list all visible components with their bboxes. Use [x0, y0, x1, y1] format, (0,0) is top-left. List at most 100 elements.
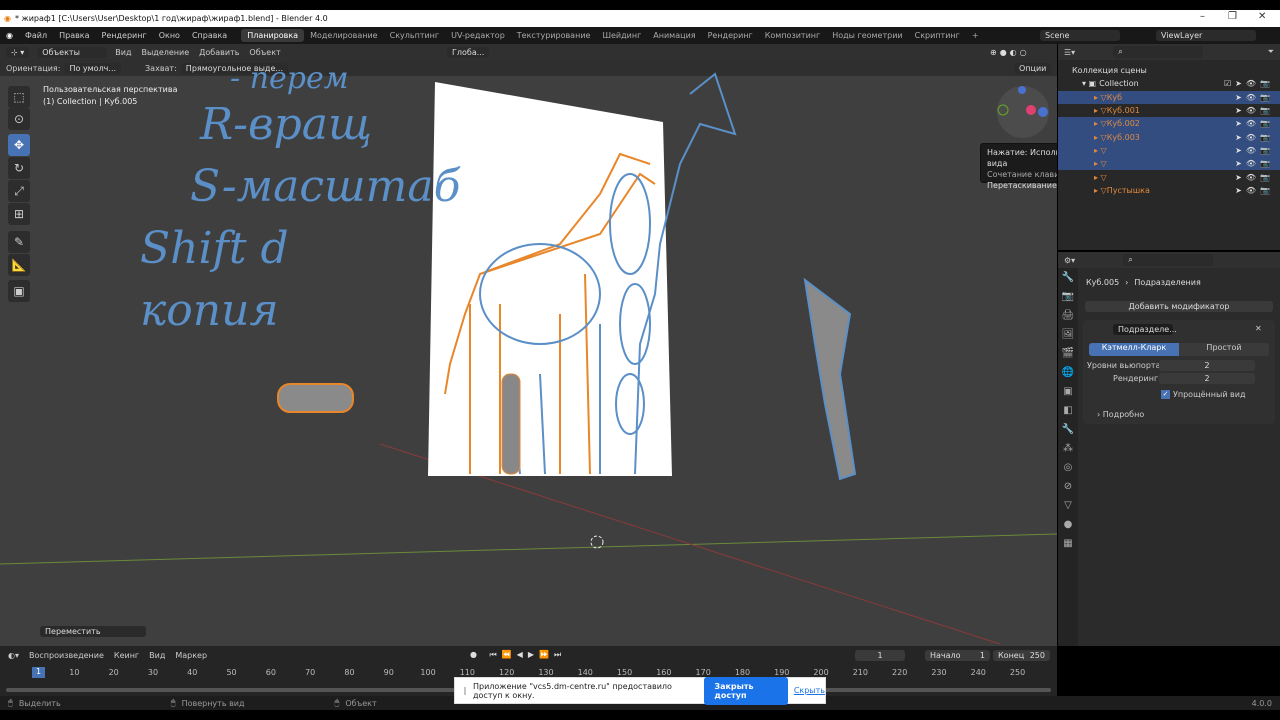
optimal-display-checkbox[interactable]: ✓: [1161, 390, 1170, 399]
visibility-icons[interactable]: ➤👁📷: [1235, 133, 1274, 142]
tab-workspace-8[interactable]: Композитинг: [759, 29, 826, 42]
render-levels-label: Рендеринг: [1113, 374, 1159, 383]
mesh-icon: ▸ ▽: [1094, 119, 1107, 129]
timeline-tick: 90: [383, 668, 394, 677]
modifier-name-field[interactable]: Подразделе...: [1113, 324, 1177, 335]
version-label: 4.0.0: [1251, 698, 1272, 708]
tab-simple[interactable]: Простой: [1179, 343, 1269, 356]
outliner-item-name: Пустышка: [1106, 185, 1150, 195]
visibility-icons[interactable]: ➤👁📷: [1235, 119, 1274, 128]
tab-workspace-3[interactable]: UV-редактор: [445, 29, 511, 42]
3d-cursor-icon: [590, 535, 604, 549]
mesh-icon: ▸ ▽: [1094, 106, 1107, 116]
properties-search[interactable]: ⌕: [1123, 254, 1214, 266]
visibility-icons[interactable]: ➤👁📷: [1235, 106, 1274, 115]
timeline-tick: 80: [344, 668, 355, 677]
scene-collection[interactable]: Коллекция сцены: [1058, 64, 1280, 77]
tab-workspace-0[interactable]: Планировка: [241, 29, 305, 42]
cube-object: [277, 383, 354, 413]
scene-selector[interactable]: Scene: [1040, 30, 1120, 41]
outliner-item[interactable]: ▸ ▽ Куб.002 ➤👁📷: [1058, 117, 1280, 131]
minimize-button[interactable]: –: [1200, 11, 1205, 22]
menu-1[interactable]: Правка: [53, 31, 95, 40]
outliner-item-name: Куб.001: [1106, 106, 1140, 116]
timeline-tick: 130: [538, 668, 554, 677]
menu-3[interactable]: Окно: [153, 31, 186, 40]
properties-tabs[interactable]: 🔧 📷 🖨 🖼 🎬 🌐 ▣ ◧ 🔧 ⁂ ◎ ⊘ ▽ ● ▦: [1058, 268, 1078, 646]
screen-share-notification: ‖ Приложение "vcs5.dm-centre.ru" предост…: [454, 676, 826, 705]
timeline-tick: 10: [69, 668, 80, 677]
blender-menu-icon[interactable]: ◉: [0, 31, 19, 40]
properties-editor: ⚙▾ ⌕ 🔧 📷 🖨 🖼 🎬 🌐 ▣ ◧ 🔧 ⁂ ◎ ⊘ ▽ ● ▦ Куб.005 › Подразделен…: [1058, 252, 1280, 646]
tab-workspace-2[interactable]: Скульптинг: [384, 29, 446, 42]
menu-0[interactable]: Файл: [19, 31, 53, 40]
visibility-icons[interactable]: ➤👁📷: [1235, 93, 1274, 102]
outliner-search[interactable]: ⌕: [1113, 46, 1204, 58]
tab-workspace-9[interactable]: Ноды геометрии: [826, 29, 908, 42]
tab-workspace-4[interactable]: Текстурирование: [511, 29, 597, 42]
tab-workspace-6[interactable]: Анимация: [647, 29, 701, 42]
tab-workspace-5[interactable]: Шейдинг: [596, 29, 647, 42]
filter-icon[interactable]: ⏷: [1268, 47, 1274, 57]
outliner-item[interactable]: ▸ ▽ Куб.001 ➤👁📷: [1058, 104, 1280, 117]
remove-modifier-icon[interactable]: ✕: [1255, 324, 1262, 333]
timeline-tick: 250: [1009, 668, 1026, 677]
y-axis-line: [0, 533, 1057, 565]
tab-workspace-1[interactable]: Моделирование: [304, 29, 384, 42]
add-modifier-button[interactable]: Добавить модификатор: [1085, 301, 1273, 312]
tab-catmull-clark[interactable]: Кэтмелл-Кларк: [1089, 343, 1179, 356]
mesh-icon: ▸ ▽: [1094, 159, 1107, 169]
maximize-button[interactable]: ❐: [1228, 11, 1237, 22]
timeline-tick: 40: [187, 668, 198, 677]
outliner-item[interactable]: ▸ ▽ Куб ➤👁📷: [1058, 90, 1280, 104]
mesh-icon: ▸ ▽: [1094, 145, 1107, 155]
visibility-icons[interactable]: ➤👁📷: [1235, 159, 1274, 168]
window-title: * жираф1 [C:\Users\User\Desktop\1 год\жи…: [14, 14, 328, 23]
object-crumb: Куб.005: [1086, 278, 1120, 287]
last-operator-panel[interactable]: Переместить: [40, 626, 146, 637]
timeline-tick: 70: [305, 668, 316, 677]
mouse-left-icon: 🖱: [8, 698, 13, 707]
timeline-tick: 60: [265, 668, 276, 677]
tooltip: Нажатие: Использовать предустановку вида…: [980, 143, 1057, 190]
timeline-tick: 240: [970, 668, 986, 677]
subdivision-type-tabs: Кэтмелл-Кларк Простой: [1089, 343, 1269, 356]
sculpt-object: [803, 277, 857, 481]
collection-row[interactable]: ▾ ▣ Collection ☑➤👁📷: [1058, 77, 1280, 90]
tab-workspace-10[interactable]: Скриптинг: [909, 29, 966, 42]
viewport-levels-field[interactable]: 2: [1159, 360, 1255, 371]
mesh-icon: ▸ ▽: [1094, 132, 1107, 142]
render-levels-field[interactable]: 2: [1159, 373, 1255, 384]
stop-sharing-button[interactable]: Закрыть доступ: [704, 676, 788, 705]
advanced-panel-toggle[interactable]: › Подробно: [1097, 410, 1144, 419]
optimal-display-label: Упрощённый вид: [1173, 390, 1246, 399]
menu-2[interactable]: Рендеринг: [96, 31, 153, 40]
outliner-item[interactable]: ▸ ▽ ➤👁📷: [1058, 170, 1280, 183]
playhead[interactable]: 1: [32, 667, 45, 678]
tab-workspace-11[interactable]: +: [966, 29, 985, 42]
visibility-icons[interactable]: ➤👁📷: [1235, 186, 1274, 195]
tab-workspace-7[interactable]: Рендеринг: [702, 29, 759, 42]
editor-type-icon[interactable]: ⚙▾: [1064, 256, 1075, 265]
timeline-tick: 220: [892, 668, 908, 677]
mesh-icon: ▸ ▽: [1094, 172, 1107, 182]
3d-viewport[interactable]: ⊹ ▾ Объекты Вид Выделение Добавить Объект Г…: [0, 44, 1057, 646]
outliner-item[interactable]: ▸ ▽ Пустышка ➤👁📷: [1058, 184, 1280, 197]
blender-logo-icon: ◉: [4, 14, 11, 23]
timeline-tick: 110: [459, 668, 475, 677]
outliner-item[interactable]: ▸ ▽ ➤👁📷: [1058, 157, 1280, 171]
timeline-tick: 210: [852, 668, 868, 677]
outliner-item-name: Куб.003: [1106, 132, 1140, 142]
visibility-icons[interactable]: ➤👁📷: [1235, 146, 1274, 155]
close-button[interactable]: ✕: [1258, 11, 1266, 22]
display-mode-icon[interactable]: ☰▾: [1064, 48, 1075, 57]
visibility-icons[interactable]: ➤👁📷: [1235, 173, 1274, 182]
outliner-item[interactable]: ▸ ▽ ➤👁📷: [1058, 143, 1280, 158]
outliner-item[interactable]: ▸ ▽ Куб.003 ➤👁📷: [1058, 130, 1280, 144]
menu-4[interactable]: Справка: [186, 31, 233, 40]
hide-link[interactable]: Скрыть: [794, 686, 825, 695]
timeline-tick: 100: [420, 668, 436, 677]
timeline-tick: 180: [734, 668, 751, 677]
view-layer-selector[interactable]: ViewLayer: [1156, 30, 1256, 41]
timeline-tick: 160: [656, 668, 672, 677]
